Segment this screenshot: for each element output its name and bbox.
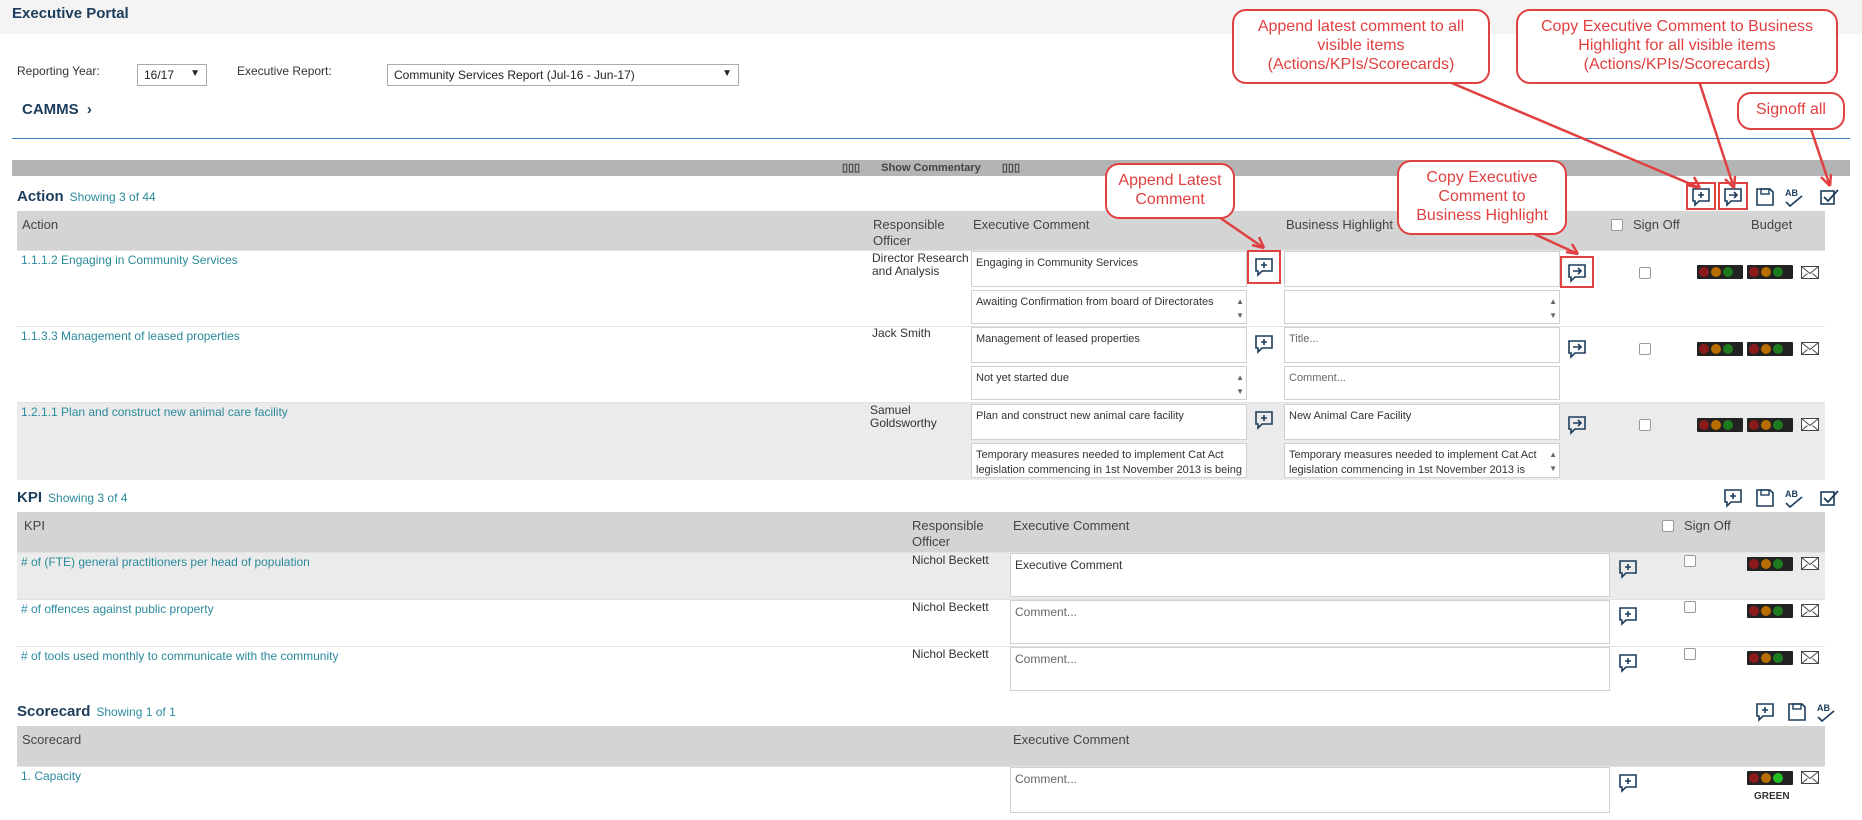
- callout-pointers: [1212, 76, 1833, 256]
- callout-copy-all: Copy Executive Comment to Business Highl…: [1516, 9, 1838, 84]
- callout-append-latest: Append Latest Comment: [1105, 163, 1235, 219]
- highlight-box: [1247, 250, 1281, 284]
- callout-append-all: Append latest comment to all visible ite…: [1232, 9, 1490, 84]
- highlight-box: [1718, 182, 1748, 210]
- callout-copy-exec: Copy Executive Comment to Business Highl…: [1397, 160, 1567, 235]
- highlight-box: [1560, 256, 1594, 288]
- callout-signoff-all: Signoff all: [1737, 92, 1845, 130]
- highlight-box: [1686, 182, 1716, 210]
